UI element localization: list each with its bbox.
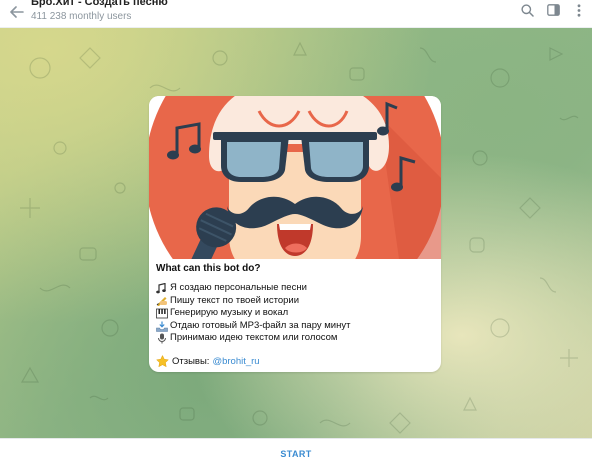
writing-hand-icon xyxy=(156,297,167,307)
chat-header: Бро.Хит - Создать песню 411 238 monthly … xyxy=(0,0,592,28)
bot-hero-image xyxy=(149,96,441,259)
feature-item: Принимаю идею текстом или голосом xyxy=(156,332,436,345)
bottom-bar: START xyxy=(0,438,592,468)
feature-item: Пишу текст по твоей истории xyxy=(156,295,436,308)
feature-text: Я создаю персональные песни xyxy=(170,282,307,293)
chat-subtitle: 411 238 monthly users xyxy=(31,11,132,22)
sidebar-icon[interactable] xyxy=(546,2,560,18)
review-link[interactable]: @brohit_ru xyxy=(212,355,259,368)
search-icon[interactable] xyxy=(520,2,534,18)
feature-item: Отдаю готовый MP3-файл за пару минут xyxy=(156,320,436,333)
piano-icon xyxy=(156,308,168,319)
inbox-tray-icon xyxy=(156,321,168,332)
chat-area: What can this bot do? Я создаю персональ… xyxy=(0,28,592,438)
feature-text: Генерирую музыку и вокал xyxy=(170,307,289,319)
header-actions xyxy=(520,2,586,18)
feature-text: Пишу текст по твоей истории xyxy=(170,294,300,306)
feature-text: Отдаю готовый MP3-файл за пару минут xyxy=(170,319,351,331)
review-line: Отзывы: @brohit_ru xyxy=(156,355,436,368)
microphone-icon xyxy=(158,333,166,344)
review-label: Отзывы: xyxy=(172,355,210,367)
star-icon xyxy=(156,355,169,368)
more-vertical-icon[interactable] xyxy=(572,2,586,18)
card-title: What can this bot do? xyxy=(156,263,261,274)
feature-item: Генерирую музыку и вокал xyxy=(156,307,436,320)
card-body: What can this bot do? Я создаю персональ… xyxy=(156,262,436,368)
start-button[interactable]: START xyxy=(264,445,327,463)
bot-info-card: What can this bot do? Я создаю персональ… xyxy=(149,96,441,372)
musical-notes-icon xyxy=(156,282,166,294)
back-arrow-icon[interactable] xyxy=(6,2,28,22)
feature-text: Принимаю идею текстом или голосом xyxy=(170,332,338,344)
chat-title: Бро.Хит - Создать песню xyxy=(31,0,168,8)
feature-item: Я создаю персональные песни xyxy=(156,282,436,295)
chat-title-block[interactable]: Бро.Хит - Создать песню 411 238 monthly … xyxy=(31,0,168,24)
